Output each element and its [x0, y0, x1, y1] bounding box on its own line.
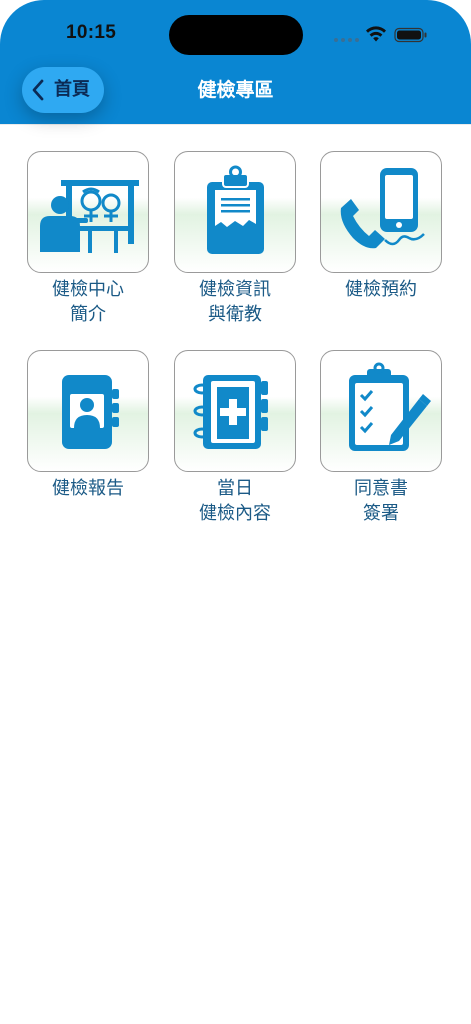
tile-label: 健檢預約 — [345, 279, 417, 300]
back-button[interactable]: 首頁 — [22, 67, 104, 113]
tile-label: 健檢報告 — [52, 478, 124, 499]
wifi-icon — [366, 26, 386, 42]
medical-binder-icon — [193, 375, 268, 449]
presentation-board-icon — [40, 180, 139, 253]
checklist-sign-icon — [349, 362, 431, 451]
tile-label: 健檢中心 簡介 — [52, 279, 124, 325]
clipboard-document-icon — [207, 165, 264, 254]
cellular-signal-icon — [334, 38, 359, 42]
battery-icon — [394, 27, 427, 43]
navigation-header: 10:15 首頁 健檢專區 — [0, 0, 471, 124]
dynamic-island — [169, 15, 303, 55]
chevron-left-icon — [32, 79, 44, 101]
tile-label: 同意書 簽署 — [354, 478, 408, 524]
status-time: 10:15 — [66, 22, 117, 43]
phone-appointment-icon — [340, 168, 425, 249]
tile-label: 當日 健檢內容 — [199, 478, 271, 524]
back-button-label: 首頁 — [54, 79, 90, 100]
tile-label: 健檢資訊 與衛教 — [199, 279, 271, 325]
contact-book-icon — [62, 375, 119, 449]
